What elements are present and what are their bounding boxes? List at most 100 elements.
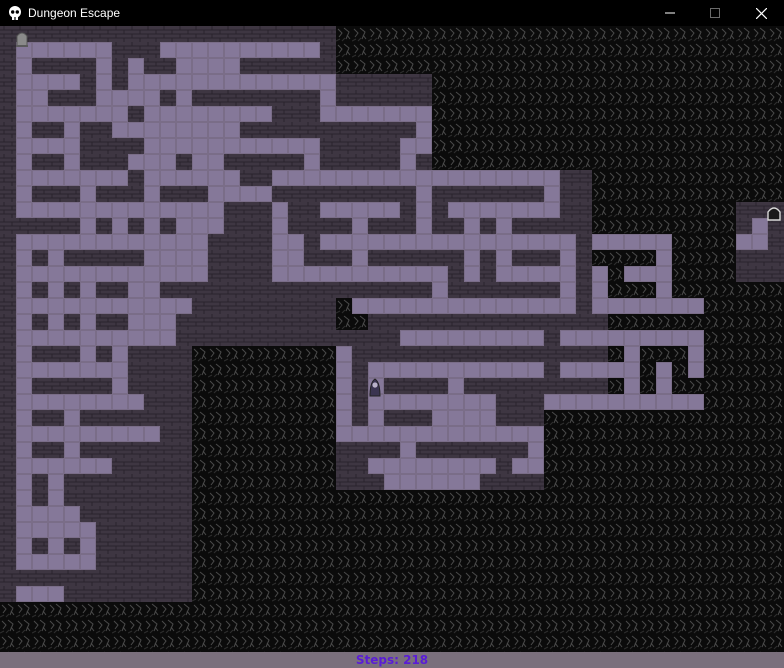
wall-tile xyxy=(160,362,176,378)
wall-tile xyxy=(64,314,80,330)
wall-tile xyxy=(304,122,320,138)
maximize-button[interactable] xyxy=(692,0,738,26)
floor-tile xyxy=(128,154,144,170)
floor-tile xyxy=(128,314,144,330)
floor-tile xyxy=(32,362,48,378)
wall-tile xyxy=(96,186,112,202)
wall-tile xyxy=(0,442,16,458)
wall-tile xyxy=(80,90,96,106)
wall-tile xyxy=(160,90,176,106)
wall-tile xyxy=(352,378,368,394)
floor-tile xyxy=(16,410,32,426)
steps-value: 218 xyxy=(403,653,429,667)
wall-tile xyxy=(560,170,576,186)
wall-tile xyxy=(304,330,320,346)
wall-tile xyxy=(288,186,304,202)
wall-tile xyxy=(320,122,336,138)
floor-tile xyxy=(400,442,416,458)
wall-tile xyxy=(128,522,144,538)
floor-tile xyxy=(176,250,192,266)
close-button[interactable] xyxy=(738,0,784,26)
floor-tile xyxy=(80,314,96,330)
floor-tile xyxy=(176,58,192,74)
floor-tile xyxy=(128,282,144,298)
floor-tile xyxy=(48,554,64,570)
floor-tile xyxy=(496,218,512,234)
wall-tile xyxy=(768,250,784,266)
title-bar[interactable]: Dungeon Escape xyxy=(0,0,784,26)
wall-tile xyxy=(48,186,64,202)
wall-tile xyxy=(240,26,256,42)
wall-tile xyxy=(368,74,384,90)
floor-tile xyxy=(96,58,112,74)
wall-tile xyxy=(96,586,112,602)
dungeon-view[interactable] xyxy=(0,26,784,652)
floor-tile xyxy=(96,266,112,282)
floor-tile xyxy=(48,42,64,58)
floor-tile xyxy=(384,458,400,474)
wall-tile xyxy=(480,266,496,282)
wall-tile xyxy=(320,218,336,234)
floor-tile xyxy=(368,266,384,282)
floor-tile xyxy=(128,58,144,74)
wall-tile xyxy=(384,154,400,170)
wall-tile xyxy=(256,314,272,330)
wall-tile xyxy=(160,554,176,570)
dungeon-map[interactable] xyxy=(0,26,784,652)
floor-tile xyxy=(512,202,528,218)
wall-tile xyxy=(320,26,336,42)
floor-tile xyxy=(416,266,432,282)
floor-tile xyxy=(656,250,672,266)
floor-tile xyxy=(48,234,64,250)
wall-tile xyxy=(480,186,496,202)
floor-tile xyxy=(144,202,160,218)
wall-tile xyxy=(752,266,768,282)
wall-tile xyxy=(176,378,192,394)
floor-tile xyxy=(112,90,128,106)
floor-tile xyxy=(304,170,320,186)
floor-tile xyxy=(432,426,448,442)
wall-tile xyxy=(272,298,288,314)
floor-tile xyxy=(432,330,448,346)
floor-tile xyxy=(144,90,160,106)
wall-tile xyxy=(240,250,256,266)
wall-tile xyxy=(96,282,112,298)
window-title: Dungeon Escape xyxy=(28,6,121,20)
wall-tile xyxy=(224,314,240,330)
wall-tile xyxy=(336,442,352,458)
floor-tile xyxy=(64,234,80,250)
floor-tile xyxy=(528,330,544,346)
wall-tile xyxy=(512,474,528,490)
floor-tile xyxy=(448,234,464,250)
floor-tile xyxy=(160,138,176,154)
wall-tile xyxy=(160,442,176,458)
floor-tile xyxy=(368,410,384,426)
wall-tile xyxy=(304,234,320,250)
floor-tile xyxy=(128,122,144,138)
floor-tile xyxy=(544,170,560,186)
floor-tile xyxy=(688,394,704,410)
floor-tile xyxy=(672,298,688,314)
floor-tile xyxy=(384,362,400,378)
floor-tile xyxy=(656,362,672,378)
floor-tile xyxy=(160,250,176,266)
floor-tile xyxy=(224,122,240,138)
floor-tile xyxy=(256,106,272,122)
wall-tile xyxy=(96,570,112,586)
wall-tile xyxy=(528,378,544,394)
floor-tile xyxy=(528,458,544,474)
floor-tile xyxy=(160,74,176,90)
minimize-button[interactable] xyxy=(647,0,693,26)
floor-tile xyxy=(304,138,320,154)
floor-tile xyxy=(48,314,64,330)
floor-tile xyxy=(672,394,688,410)
floor-tile xyxy=(176,298,192,314)
wall-tile xyxy=(528,218,544,234)
floor-tile xyxy=(64,410,80,426)
floor-tile xyxy=(608,234,624,250)
floor-tile xyxy=(208,154,224,170)
floor-tile xyxy=(528,202,544,218)
floor-tile xyxy=(480,330,496,346)
wall-tile xyxy=(0,26,16,42)
floor-tile xyxy=(480,362,496,378)
